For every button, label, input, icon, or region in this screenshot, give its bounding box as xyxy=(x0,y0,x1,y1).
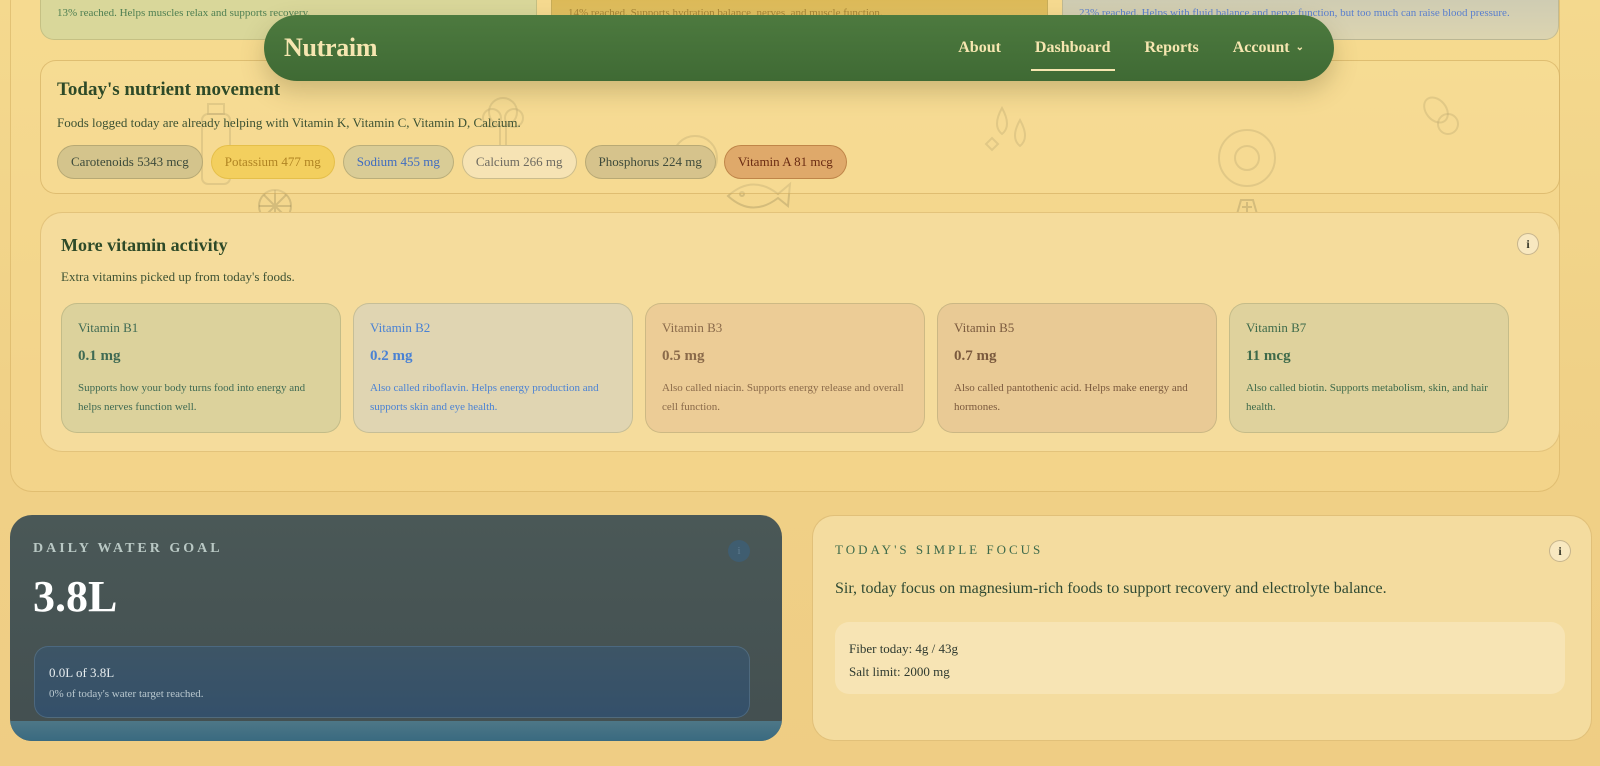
vitamin-value: 11 mcg xyxy=(1246,348,1291,364)
vitamin-description: Supports how your body turns food into e… xyxy=(78,382,306,413)
simple-focus-card: TODAY'S SIMPLE FOCUS i Sir, today focus … xyxy=(812,515,1592,741)
chip-sodium: Sodium 455 mg xyxy=(342,145,454,179)
movement-title: Today's nutrient movement xyxy=(57,79,281,100)
water-title: DAILY WATER GOAL xyxy=(33,541,223,556)
chip-phosphorus: Phosphorus 224 mg xyxy=(584,145,716,179)
vitamin-card-b3: Vitamin B3 0.5 mg Also called niacin. Su… xyxy=(645,303,925,433)
water-info-button[interactable]: i xyxy=(728,540,750,562)
chip-vitamin-a: Vitamin A 81 mcg xyxy=(723,145,847,179)
chip-calcium: Calcium 266 mg xyxy=(461,145,577,179)
vitamin-name: Vitamin B1 xyxy=(78,320,139,335)
chip-carotenoids: Carotenoids 5343 mcg xyxy=(57,145,203,179)
nav-account-label: Account xyxy=(1232,39,1290,56)
nav-links: About Dashboard Reports Account ⌄ xyxy=(958,39,1304,71)
water-wave xyxy=(10,721,782,741)
vitamin-card-b7: Vitamin B7 11 mcg Also called biotin. Su… xyxy=(1229,303,1509,433)
top-navbar: Nutraim About Dashboard Reports Account ⌄ xyxy=(264,15,1334,81)
vitamin-description: Also called niacin. Supports energy rele… xyxy=(662,382,904,413)
nutrient-chips: Carotenoids 5343 mcg Potassium 477 mg So… xyxy=(57,145,847,179)
vitamin-info-button[interactable]: i xyxy=(1517,233,1539,255)
vitamin-description: Also called riboflavin. Helps energy pro… xyxy=(370,382,599,413)
focus-message: Sir, today focus on magnesium-rich foods… xyxy=(835,580,1387,597)
vitamin-description: Also called pantothenic acid. Helps make… xyxy=(954,382,1188,413)
vitamin-value: 0.1 mg xyxy=(78,348,121,364)
vitamin-name: Vitamin B3 xyxy=(662,320,723,335)
water-progress-note: 0% of today's water target reached. xyxy=(49,688,204,700)
vitamin-activity-panel: More vitamin activity Extra vitamins pic… xyxy=(40,212,1560,452)
fiber-today: Fiber today: 4g / 43g xyxy=(849,641,959,656)
chip-potassium: Potassium 477 mg xyxy=(210,145,335,179)
nav-dashboard[interactable]: Dashboard xyxy=(1030,39,1115,71)
water-goal-value: 3.8L xyxy=(33,572,118,621)
vitamin-title: More vitamin activity xyxy=(61,235,228,255)
water-progress-box: 0.0L of 3.8L 0% of today's water target … xyxy=(34,646,750,718)
vitamin-value: 0.5 mg xyxy=(662,348,705,364)
vitamin-value: 0.7 mg xyxy=(954,348,997,364)
vitamin-cards: Vitamin B1 0.1 mg Supports how your body… xyxy=(61,303,1509,433)
vitamin-card-b2: Vitamin B2 0.2 mg Also called riboflavin… xyxy=(353,303,633,433)
focus-stats-box: Fiber today: 4g / 43g Salt limit: 2000 m… xyxy=(835,622,1565,694)
vitamin-description: Also called biotin. Supports metabolism,… xyxy=(1246,382,1488,413)
chevron-down-icon: ⌄ xyxy=(1295,42,1304,53)
vitamin-value: 0.2 mg xyxy=(370,348,413,364)
brand-logo[interactable]: Nutraim xyxy=(284,33,378,63)
vitamin-name: Vitamin B2 xyxy=(370,320,431,335)
vitamin-card-b1: Vitamin B1 0.1 mg Supports how your body… xyxy=(61,303,341,433)
water-goal-card: DAILY WATER GOAL i 3.8L 0.0L of 3.8L 0% … xyxy=(10,515,782,741)
vitamin-name: Vitamin B7 xyxy=(1246,320,1307,335)
focus-info-button[interactable]: i xyxy=(1549,540,1571,562)
nav-about[interactable]: About xyxy=(958,39,1001,57)
water-progress-line: 0.0L of 3.8L xyxy=(49,665,115,680)
vitamin-subtitle: Extra vitamins picked up from today's fo… xyxy=(61,269,295,284)
nav-reports[interactable]: Reports xyxy=(1145,39,1199,57)
vitamin-card-b5: Vitamin B5 0.7 mg Also called pantotheni… xyxy=(937,303,1217,433)
top-card-text: 13% reached. Helps muscles relax and sup… xyxy=(57,7,311,19)
focus-title: TODAY'S SIMPLE FOCUS xyxy=(835,542,1044,557)
nav-account[interactable]: Account ⌄ xyxy=(1233,39,1304,57)
vitamin-name: Vitamin B5 xyxy=(954,320,1015,335)
salt-limit: Salt limit: 2000 mg xyxy=(849,664,950,679)
movement-description: Foods logged today are already helping w… xyxy=(57,115,521,130)
